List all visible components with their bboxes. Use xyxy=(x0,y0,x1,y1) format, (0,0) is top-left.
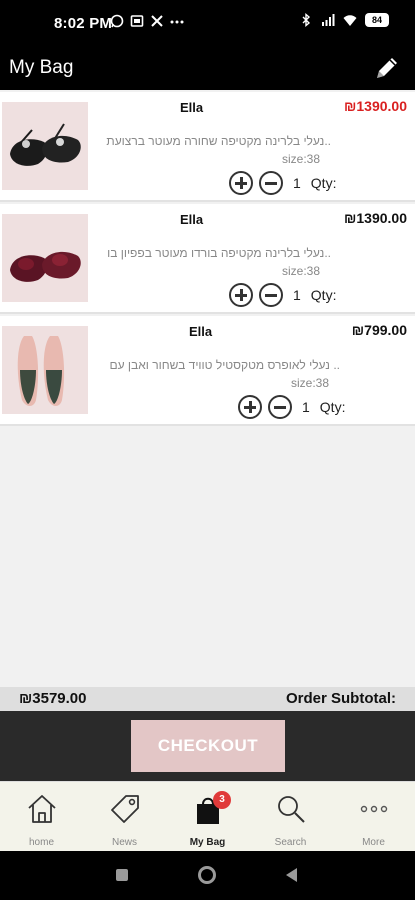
quantity-stepper: 1 Qty: xyxy=(238,395,345,419)
plus-icon[interactable] xyxy=(238,395,262,419)
item-price: ₪799.00 xyxy=(351,322,407,338)
nav-label-my-bag: My Bag xyxy=(189,837,226,848)
tag-icon xyxy=(111,795,139,823)
tweed-loafer-shoe-image xyxy=(2,326,88,414)
nav-item-home[interactable]: home xyxy=(0,782,83,852)
item-brand: Ella xyxy=(180,212,204,227)
search-icon xyxy=(278,796,305,823)
battery-icon: 84 xyxy=(365,13,389,27)
plus-icon[interactable] xyxy=(229,171,253,195)
subtotal-amount: ₪3579.00 xyxy=(19,690,87,707)
item-qty-label: Qty: xyxy=(319,399,346,415)
nav-label-news: News xyxy=(111,837,137,848)
more-dots-icon xyxy=(360,805,388,813)
bag-list: Ella ₪1390.00 נעלי בלרינה מקטיפה שחורה מ… xyxy=(0,90,415,687)
nav-item-news[interactable]: News xyxy=(83,782,166,852)
item-description: נעלי לאופרס מטקסטיל טוויד בשחור ואבן עם … xyxy=(109,358,340,372)
nav-item-search[interactable]: Search xyxy=(249,782,332,852)
recent-apps-button[interactable] xyxy=(116,869,128,881)
nav-label-search: Search xyxy=(274,837,307,848)
pencil-icon[interactable] xyxy=(371,52,403,84)
item-qty-label: Qty: xyxy=(310,175,337,191)
minus-icon[interactable] xyxy=(259,171,283,195)
checkout-area: CHECKOUT xyxy=(0,711,415,781)
plus-icon[interactable] xyxy=(229,283,253,307)
product-image[interactable] xyxy=(2,214,88,302)
more-dots-icon xyxy=(170,20,184,24)
status-bar: 8:02 PM 84 xyxy=(0,0,415,46)
item-price: ₪1390.00 xyxy=(344,210,407,226)
item-qty-value: 1 xyxy=(293,287,301,303)
quantity-stepper: 1 Qty: xyxy=(229,283,336,307)
minus-icon[interactable] xyxy=(268,395,292,419)
home-icon xyxy=(28,795,56,823)
page-title: My Bag xyxy=(9,57,74,78)
order-subtotal-bar: ₪3579.00 Order Subtotal: xyxy=(0,687,415,711)
system-nav-bar xyxy=(0,851,415,900)
item-brand: Ella xyxy=(189,324,213,339)
home-button[interactable] xyxy=(198,866,216,884)
item-size: size:38 xyxy=(282,152,321,166)
notification-icon xyxy=(130,15,144,27)
quantity-stepper: 1 Qty: xyxy=(229,171,336,195)
bag-item[interactable]: Ella ₪1390.00 נעלי בלרינה מקטיפה בורדו מ… xyxy=(0,204,415,314)
item-description: נעלי בלרינה מקטיפה שחורה מעוטר ברצועת.. xyxy=(106,134,331,148)
item-qty-label: Qty: xyxy=(310,287,337,303)
item-qty-value: 1 xyxy=(293,175,301,191)
wifi-icon xyxy=(343,15,357,26)
product-image[interactable] xyxy=(2,326,88,414)
back-button[interactable] xyxy=(286,868,297,882)
nav-item-my-bag[interactable]: 3 My Bag xyxy=(166,782,249,852)
minus-icon[interactable] xyxy=(259,283,283,307)
bag-item[interactable]: Ella ₪799.00 נעלי לאופרס מטקסטיל טוויד ב… xyxy=(0,316,415,426)
item-size: size:38 xyxy=(291,376,330,390)
item-size: size:38 xyxy=(282,264,321,278)
burgundy-ballerina-shoe-image xyxy=(2,214,88,302)
nav-label-more: More xyxy=(362,837,385,848)
bottom-nav: home News 3 My Bag Search More xyxy=(0,781,415,851)
app-header: My Bag xyxy=(0,46,415,90)
bag-count-badge: 3 xyxy=(213,791,231,809)
signal-icon xyxy=(322,14,335,26)
subtotal-label: Order Subtotal: xyxy=(285,690,396,707)
black-ballerina-shoe-image xyxy=(2,102,88,190)
item-qty-value: 1 xyxy=(302,399,310,415)
checkout-button[interactable]: CHECKOUT xyxy=(131,720,285,772)
item-price: ₪1390.00 xyxy=(344,98,407,114)
bluetooth-icon xyxy=(302,13,311,27)
nav-label-home: home xyxy=(28,837,54,848)
product-image[interactable] xyxy=(2,102,88,190)
bag-item[interactable]: Ella ₪1390.00 נעלי בלרינה מקטיפה שחורה מ… xyxy=(0,92,415,202)
whatsapp-icon xyxy=(110,14,124,28)
item-brand: Ella xyxy=(180,100,204,115)
item-description: נעלי בלרינה מקטיפה בורדו מעוטר בפפיון בו… xyxy=(107,246,331,260)
status-time: 8:02 PM xyxy=(54,15,113,32)
tools-icon xyxy=(151,15,163,27)
nav-item-more[interactable]: More xyxy=(332,782,415,852)
